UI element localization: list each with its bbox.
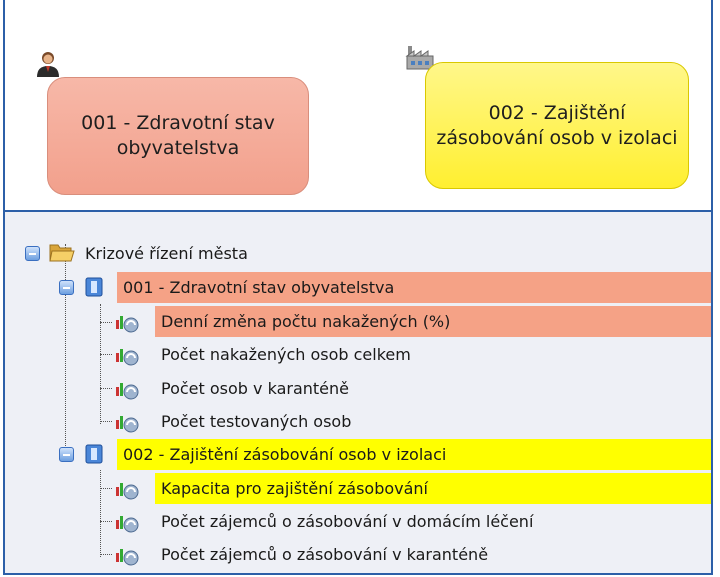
kpi-gauge-icon — [116, 483, 139, 500]
tree-connector — [100, 354, 112, 355]
tree-item[interactable]: Počet testovaných osob — [155, 406, 351, 437]
process-card-001[interactable]: 001 - Zdravotní stav obyvatelstva — [47, 77, 309, 195]
kpi-gauge-icon — [116, 516, 139, 533]
tree-item-label: Počet osob v karanténě — [161, 379, 349, 398]
tree-item[interactable]: Denní změna počtu nakažených (%) — [155, 306, 711, 337]
tree-root[interactable]: Krizové řízení města — [79, 238, 248, 269]
tree-item[interactable]: Počet zájemců o zásobování v karanténě — [155, 539, 488, 570]
tree-item-label: Počet zájemců o zásobování v domácím léč… — [161, 512, 534, 531]
process-card-002[interactable]: 002 - Zajištění zásobování osob v izolac… — [425, 62, 689, 189]
tree-connector — [100, 322, 112, 323]
group-node-icon — [85, 444, 103, 464]
tree-item-label: Počet testovaných osob — [161, 412, 352, 431]
tree-connector — [100, 554, 112, 555]
tree-view: Krizové řízení města 001 - Zdravotní sta… — [5, 212, 711, 573]
collapse-icon[interactable] — [59, 280, 74, 295]
tree-item-label: Počet nakažených osob celkem — [161, 345, 411, 364]
tree-connector — [100, 388, 112, 389]
tree-item-label: Denní změna počtu nakažených (%) — [161, 312, 451, 331]
tree-item[interactable]: Kapacita pro zajištění zásobování — [155, 473, 711, 504]
tree-connector — [100, 488, 112, 489]
tree-group-label: 002 - Zajištění zásobování osob v izolac… — [123, 445, 447, 464]
group-node-icon — [85, 277, 103, 297]
diagram-canvas: 001 - Zdravotní stav obyvatelstva 002 - … — [5, 0, 711, 212]
collapse-icon[interactable] — [59, 447, 74, 462]
folder-icon — [49, 244, 75, 262]
tree-root-label: Krizové řízení města — [85, 244, 248, 263]
person-icon — [37, 52, 59, 77]
tree-connector — [100, 470, 101, 557]
tree-connector — [100, 521, 112, 522]
kpi-gauge-icon — [116, 549, 139, 566]
tree-item[interactable]: Počet osob v karanténě — [155, 373, 349, 404]
collapse-icon[interactable] — [25, 246, 40, 261]
tree-item[interactable]: Počet nakažených osob celkem — [155, 339, 411, 370]
kpi-gauge-icon — [116, 383, 139, 400]
kpi-gauge-icon — [116, 349, 139, 366]
kpi-gauge-icon — [116, 416, 139, 433]
tree-item[interactable]: Počet zájemců o zásobování v domácím léč… — [155, 506, 533, 537]
tree-group-001[interactable]: 001 - Zdravotní stav obyvatelstva — [117, 272, 711, 303]
tree-item-label: Kapacita pro zajištění zásobování — [161, 479, 428, 498]
kpi-gauge-icon — [116, 316, 139, 333]
process-card-label: 002 - Zajištění zásobování osob v izolac… — [436, 101, 678, 149]
tree-connector — [100, 421, 112, 422]
tree-connector — [65, 244, 66, 450]
tree-group-label: 001 - Zdravotní stav obyvatelstva — [123, 278, 395, 297]
process-card-label: 001 - Zdravotní stav obyvatelstva — [81, 112, 275, 159]
tree-group-002[interactable]: 002 - Zajištění zásobování osob v izolac… — [117, 439, 711, 470]
tree-item-label: Počet zájemců o zásobování v karanténě — [161, 545, 489, 564]
